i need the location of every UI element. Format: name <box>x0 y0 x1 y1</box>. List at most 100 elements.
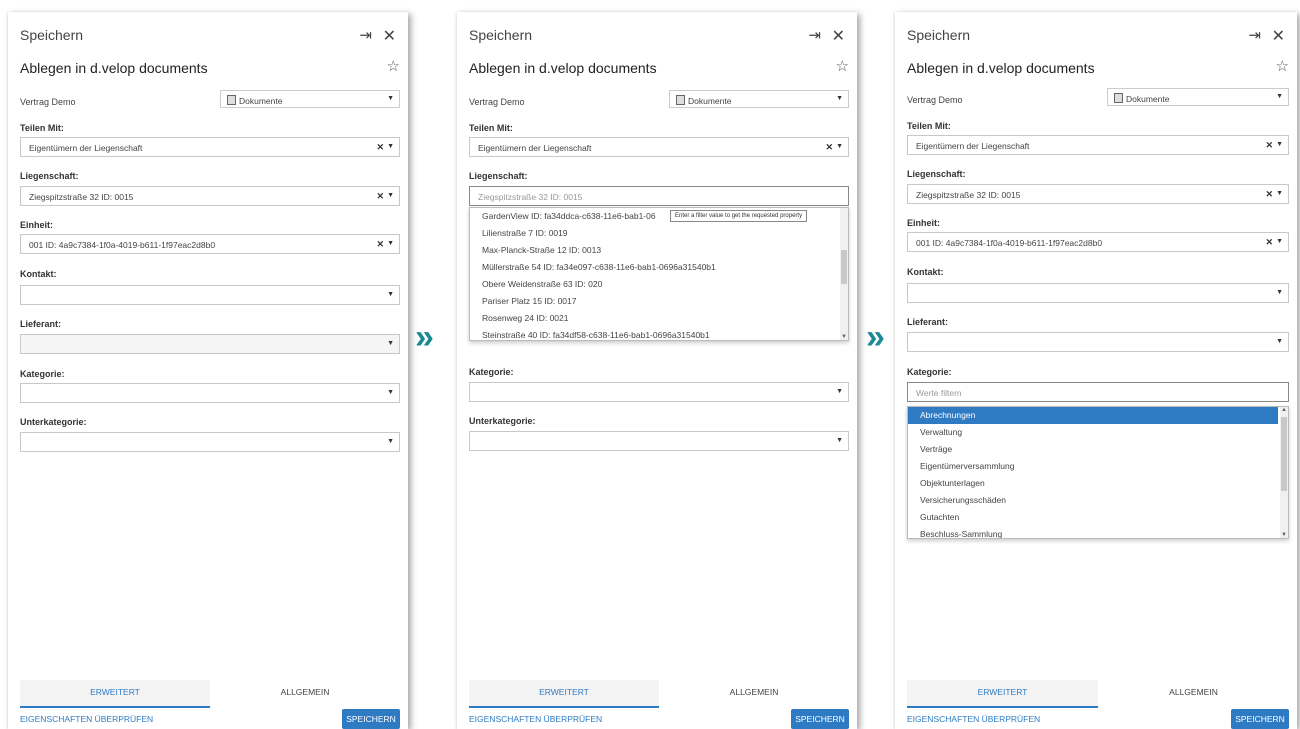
kategorie-option[interactable]: Gutachten <box>908 509 1278 526</box>
kontakt-field[interactable]: ▼ <box>20 285 400 305</box>
clear-icon[interactable]: ✕ <box>376 142 384 153</box>
chevron-down-icon[interactable]: ▼ <box>836 388 843 395</box>
kategorie-option[interactable]: Verträge <box>908 441 1278 458</box>
close-icon[interactable]: ✕ <box>1272 26 1285 46</box>
tab-erweitert[interactable]: ERWEITERT <box>907 680 1098 708</box>
chevron-down-icon[interactable]: ▼ <box>1276 190 1283 197</box>
panel-header: Speichern ⇥ ✕ <box>907 24 1289 48</box>
kategorie-option[interactable]: Versicherungsschäden <box>908 492 1278 509</box>
tab-bar: ERWEITERT ALLGEMEIN <box>20 680 400 708</box>
close-icon[interactable]: ✕ <box>383 26 396 46</box>
scroll-down-icon[interactable]: ▼ <box>1281 532 1287 538</box>
star-icon[interactable]: ☆ <box>387 57 400 75</box>
liegenschaft-option[interactable]: Rosenweg 24 ID: 0021 <box>470 310 848 327</box>
storage-select[interactable]: Dokumente ▼ <box>1107 88 1289 106</box>
close-icon[interactable]: ✕ <box>832 26 845 46</box>
lieferant-field[interactable]: ▼ <box>20 334 400 354</box>
chevron-down-icon[interactable]: ▼ <box>387 389 394 396</box>
scrollbar[interactable]: ▼ <box>840 208 848 340</box>
einheit-value: 001 ID: 4a9c7384-1f0a-4019-b611-1f97eac2… <box>916 238 1103 248</box>
scroll-down-icon[interactable]: ▼ <box>841 334 847 340</box>
star-icon[interactable]: ☆ <box>1276 57 1289 75</box>
liegenschaft-filter-input[interactable]: Ziegspitzstraße 32 ID: 0015 <box>469 186 849 206</box>
teilen-field[interactable]: Eigentümern der Liegenschaft ✕ ▼ <box>469 137 849 157</box>
kategorie-option[interactable]: Objektunterlagen <box>908 475 1278 492</box>
storage-select[interactable]: Dokumente ▼ <box>669 90 849 108</box>
lieferant-field[interactable]: ▼ <box>907 332 1289 352</box>
chevron-down-icon[interactable]: ▼ <box>836 340 843 347</box>
kontakt-field[interactable]: ▼ <box>907 283 1289 303</box>
chevron-down-icon[interactable]: ▼ <box>836 437 843 444</box>
filter-tooltip: Enter a filter value to get the requeste… <box>670 210 808 222</box>
liegenschaft-option[interactable]: Max-Planck-Straße 12 ID: 0013 <box>470 242 848 259</box>
unterkategorie-field[interactable]: ▼ <box>469 431 849 451</box>
check-properties-link[interactable]: EIGENSCHAFTEN ÜBERPRÜFEN <box>20 714 153 724</box>
star-icon[interactable]: ☆ <box>836 57 849 75</box>
chevron-down-icon[interactable]: ▼ <box>387 291 394 298</box>
teilen-field[interactable]: Eigentümern der Liegenschaft ✕ ▼ <box>20 137 400 157</box>
liegenschaft-field[interactable]: Ziegspitzstraße 32 ID: 0015 ✕ ▼ <box>20 186 400 206</box>
check-properties-link[interactable]: EIGENSCHAFTEN ÜBERPRÜFEN <box>469 714 602 724</box>
liegenschaft-option[interactable]: Lilienstraße 7 ID: 0019 <box>470 225 848 242</box>
save-button[interactable]: SPEICHERN <box>342 709 400 729</box>
expand-icon[interactable]: ⇥ <box>1248 26 1261 44</box>
chevron-down-icon[interactable]: ▼ <box>1276 141 1283 148</box>
tab-allgemein[interactable]: ALLGEMEIN <box>1098 680 1289 706</box>
scrollbar[interactable]: ▲ ▼ <box>1280 407 1288 538</box>
einheit-field[interactable]: 001 ID: 4a9c7384-1f0a-4019-b611-1f97eac2… <box>20 234 400 254</box>
clear-icon[interactable]: ✕ <box>376 239 384 250</box>
save-button[interactable]: SPEICHERN <box>1231 709 1289 729</box>
check-properties-link[interactable]: EIGENSCHAFTEN ÜBERPRÜFEN <box>907 714 1040 724</box>
clear-icon[interactable]: ✕ <box>1265 189 1273 200</box>
chevron-down-icon[interactable]: ▼ <box>387 192 394 199</box>
scrollbar-thumb[interactable] <box>1281 417 1287 491</box>
teilen-field[interactable]: Eigentümern der Liegenschaft ✕ ▼ <box>907 135 1289 155</box>
liegenschaft-field[interactable]: Ziegspitzstraße 32 ID: 0015 ✕ ▼ <box>907 184 1289 204</box>
clear-icon[interactable]: ✕ <box>376 191 384 202</box>
save-panel-1: Speichern ⇥ ✕ Ablegen in d.velop documen… <box>8 12 408 729</box>
chevron-down-icon[interactable]: ▼ <box>1276 289 1283 296</box>
kategorie-option[interactable]: Beschluss-Sammlung <box>908 526 1278 538</box>
einheit-label: Einheit: <box>907 218 940 228</box>
tab-allgemein[interactable]: ALLGEMEIN <box>210 680 400 706</box>
kategorie-field[interactable]: ▼ <box>20 383 400 403</box>
tab-erweitert[interactable]: ERWEITERT <box>469 680 659 708</box>
chevron-down-icon[interactable]: ▼ <box>387 143 394 150</box>
panel-subtitle: Ablegen in d.velop documents <box>907 60 1095 76</box>
chevron-down-icon[interactable]: ▼ <box>836 143 843 150</box>
chevron-down-icon[interactable]: ▼ <box>387 438 394 445</box>
clear-icon[interactable]: ✕ <box>825 142 833 153</box>
tab-erweitert[interactable]: ERWEITERT <box>20 680 210 708</box>
storage-value: Dokumente <box>239 96 283 106</box>
clear-icon[interactable]: ✕ <box>1265 140 1273 151</box>
expand-icon[interactable]: ⇥ <box>808 26 821 44</box>
chevron-down-icon: ▼ <box>836 95 843 102</box>
storage-select[interactable]: Dokumente ▼ <box>220 90 400 108</box>
chevron-down-icon[interactable]: ▼ <box>1276 238 1283 245</box>
liegenschaft-option[interactable]: Steinstraße 40 ID: fa34df58-c638-11e6-ba… <box>470 327 848 340</box>
expand-icon[interactable]: ⇥ <box>359 26 372 44</box>
chevron-down-icon[interactable]: ▼ <box>1276 338 1283 345</box>
liegenschaft-option[interactable]: Pariser Platz 15 ID: 0017 <box>470 293 848 310</box>
kategorie-filter-input[interactable]: Werte filtern <box>907 382 1289 402</box>
scroll-up-icon[interactable]: ▲ <box>1281 407 1287 413</box>
liegenschaft-label: Liegenschaft: <box>907 169 966 179</box>
liegenschaft-value: Ziegspitzstraße 32 ID: 0015 <box>916 190 1021 200</box>
kategorie-field[interactable]: ▼ <box>469 382 849 402</box>
clear-icon[interactable]: ✕ <box>1265 237 1273 248</box>
kategorie-label: Kategorie: <box>907 367 952 377</box>
chevron-down-icon[interactable]: ▼ <box>387 240 394 247</box>
chevron-down-icon[interactable]: ▼ <box>387 340 394 347</box>
kategorie-option[interactable]: Eigentümerversammlung <box>908 458 1278 475</box>
kontakt-label: Kontakt: <box>20 269 57 279</box>
einheit-field[interactable]: 001 ID: 4a9c7384-1f0a-4019-b611-1f97eac2… <box>907 232 1289 252</box>
kategorie-option[interactable]: Verwaltung <box>908 424 1278 441</box>
liegenschaft-option[interactable]: Müllerstraße 54 ID: fa34e097-c638-11e6-b… <box>470 259 848 276</box>
tab-allgemein[interactable]: ALLGEMEIN <box>659 680 849 706</box>
liegenschaft-option[interactable]: Obere Weidenstraße 63 ID: 020 <box>470 276 848 293</box>
kategorie-option[interactable]: Abrechnungen <box>908 407 1278 424</box>
document-icon <box>227 95 236 105</box>
unterkategorie-field[interactable]: ▼ <box>20 432 400 452</box>
save-button[interactable]: SPEICHERN <box>791 709 849 729</box>
scrollbar-thumb[interactable] <box>841 250 847 284</box>
